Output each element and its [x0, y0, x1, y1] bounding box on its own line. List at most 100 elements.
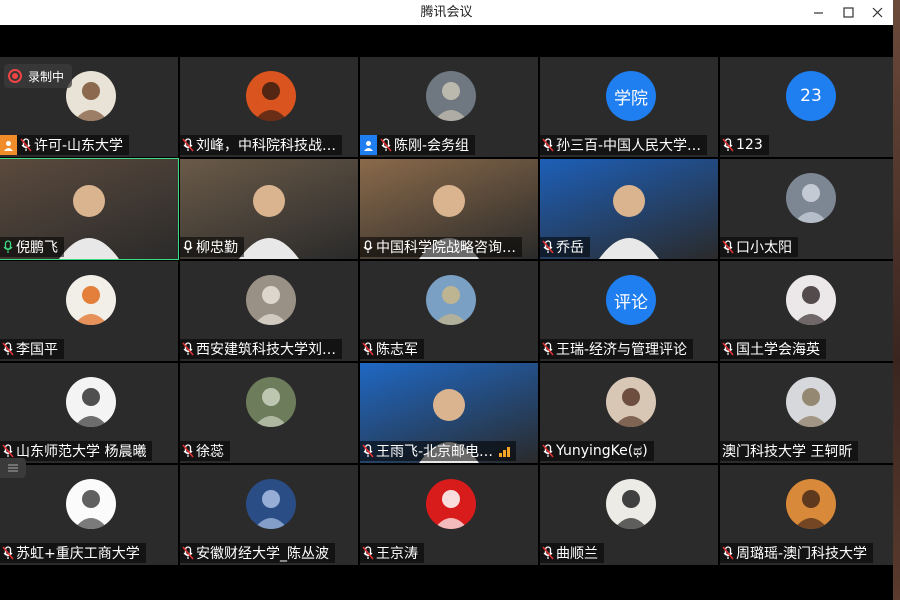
avatar: 评论: [606, 275, 656, 325]
participant-tile[interactable]: 倪鹏飞: [0, 158, 179, 260]
participant-name: 中国科学院战略咨询…: [376, 240, 516, 256]
name-bar: 曲顺兰: [540, 543, 604, 563]
avatar: [426, 479, 476, 529]
participant-tile[interactable]: 苏虹+重庆工商大学: [0, 465, 178, 565]
participant-name: 陈志军: [376, 342, 418, 358]
name-bar: 苏虹+重庆工商大学: [0, 543, 146, 563]
close-icon[interactable]: [862, 0, 892, 25]
avatar: 学院: [606, 71, 656, 121]
participant-tile[interactable]: 安徽财经大学_陈丛波: [180, 465, 358, 565]
desktop-background-edge: [893, 0, 900, 600]
name-bar: 123: [720, 135, 769, 155]
name-bar: 中国科学院战略咨询…: [360, 237, 522, 257]
signal-icon: [499, 445, 511, 457]
name-bar: 周璐瑶-澳门科技大学: [720, 543, 874, 563]
participant-name: 王京涛: [376, 546, 418, 562]
mic-muted-icon: [0, 339, 16, 359]
name-bar: 倪鹏飞: [0, 237, 64, 257]
participant-tile[interactable]: 乔岳: [540, 159, 718, 259]
participant-tile[interactable]: 澳门科技大学 王轲昕: [720, 363, 898, 463]
name-bar: 陈刚-会务组: [360, 135, 476, 155]
maximize-icon[interactable]: [833, 0, 863, 25]
mic-muted-icon: [540, 237, 556, 257]
mic-muted-icon: [180, 135, 196, 155]
window-title: 腾讯会议: [420, 5, 473, 20]
mic-muted-icon: [360, 441, 376, 461]
meeting-window: 腾讯会议 录制中 许可-山东大学 刘峰，中科院科技战… 陈刚-会务组 学院孙三百-中国…: [0, 0, 898, 600]
name-bar: 徐蕊: [180, 441, 230, 461]
participant-tile[interactable]: YunyingKe(ಥ): [540, 363, 718, 463]
mic-muted-icon: [540, 339, 556, 359]
participant-tile[interactable]: 曲顺兰: [540, 465, 718, 565]
participant-name: 李国平: [16, 342, 58, 358]
avatar: [246, 275, 296, 325]
mic-muted-icon: [180, 543, 196, 563]
participant-tile[interactable]: 西安建筑科技大学刘…: [180, 261, 358, 361]
record-icon: [8, 69, 22, 83]
participant-tile[interactable]: 王京涛: [360, 465, 538, 565]
participant-tile[interactable]: 山东师范大学 杨晨曦: [0, 363, 178, 463]
recording-indicator[interactable]: 录制中: [4, 64, 73, 88]
name-bar: 刘峰，中科院科技战…: [180, 135, 342, 155]
participant-name: YunyingKe(ಥ): [556, 443, 648, 459]
participant-name: 山东师范大学 杨晨曦: [16, 444, 147, 460]
participant-name: 安徽财经大学_陈丛波: [196, 546, 329, 562]
avatar: [246, 377, 296, 427]
mic-muted-icon: [0, 543, 16, 563]
participant-tile[interactable]: 徐蕊: [180, 363, 358, 463]
name-bar: 陈志军: [360, 339, 424, 359]
avatar: [426, 71, 476, 121]
participant-name: 苏虹+重庆工商大学: [16, 546, 140, 562]
participant-name: 徐蕊: [196, 444, 224, 460]
name-bar: 王瑞-经济与管理评论: [540, 339, 694, 359]
avatar: [786, 275, 836, 325]
participant-name: 许可-山东大学: [34, 138, 124, 154]
participant-tile[interactable]: 口小太阳: [720, 159, 898, 259]
participant-tile[interactable]: 刘峰，中科院科技战…: [180, 57, 358, 157]
participant-tile[interactable]: 国土学会海英: [720, 261, 898, 361]
participant-name: 曲顺兰: [556, 546, 598, 562]
mic-muted-icon: [360, 339, 376, 359]
avatar-initials: 23: [800, 86, 822, 106]
avatar: [606, 377, 656, 427]
video-feed: [55, 177, 123, 259]
avatar-initials: 评论: [614, 292, 648, 313]
participant-tile[interactable]: 柳忠勤: [180, 159, 358, 259]
name-bar: 乔岳: [540, 237, 590, 257]
avatar: [786, 377, 836, 427]
participant-tile[interactable]: 陈志军: [360, 261, 538, 361]
side-menu-handle[interactable]: [0, 458, 26, 478]
name-bar: 李国平: [0, 339, 64, 359]
mic-muted-icon: [540, 543, 556, 563]
participant-tile[interactable]: 王雨飞-北京邮电…: [360, 363, 538, 463]
avatar: [66, 377, 116, 427]
participant-name: 孙三百-中国人民大学…: [556, 138, 702, 154]
menu-icon: [8, 464, 18, 472]
participant-name: 倪鹏飞: [16, 240, 58, 256]
mic-muted-icon: [378, 135, 394, 155]
participant-tile[interactable]: 周璐瑶-澳门科技大学: [720, 465, 898, 565]
mic-muted-icon: [180, 339, 196, 359]
participant-tile[interactable]: 23 123: [720, 57, 898, 157]
mic-muted-icon: [540, 135, 556, 155]
name-bar: 王雨飞-北京邮电…: [360, 441, 517, 461]
host-icon: [360, 135, 377, 155]
participant-tile[interactable]: 学院孙三百-中国人民大学…: [540, 57, 718, 157]
name-bar: 西安建筑科技大学刘…: [180, 339, 342, 359]
participant-name: 口小太阳: [736, 240, 792, 256]
mic-icon: [360, 237, 376, 257]
participant-name: 乔岳: [556, 240, 584, 256]
participant-grid: 许可-山东大学 刘峰，中科院科技战… 陈刚-会务组 学院孙三百-中国人民大学… 23 12…: [0, 57, 898, 565]
participant-tile[interactable]: 评论王瑞-经济与管理评论: [540, 261, 718, 361]
participant-name: 澳门科技大学 王轲昕: [722, 444, 853, 460]
participant-tile[interactable]: 李国平: [0, 261, 178, 361]
mic-muted-icon: [180, 441, 196, 461]
name-bar: 柳忠勤: [180, 237, 244, 257]
mic-muted-icon: [540, 441, 556, 461]
participant-tile[interactable]: 中国科学院战略咨询…: [360, 159, 538, 259]
minimize-icon[interactable]: [803, 0, 833, 25]
participant-name: 西安建筑科技大学刘…: [196, 342, 336, 358]
participant-tile[interactable]: 陈刚-会务组: [360, 57, 538, 157]
mic-muted-icon: [720, 543, 736, 563]
avatar: [246, 71, 296, 121]
